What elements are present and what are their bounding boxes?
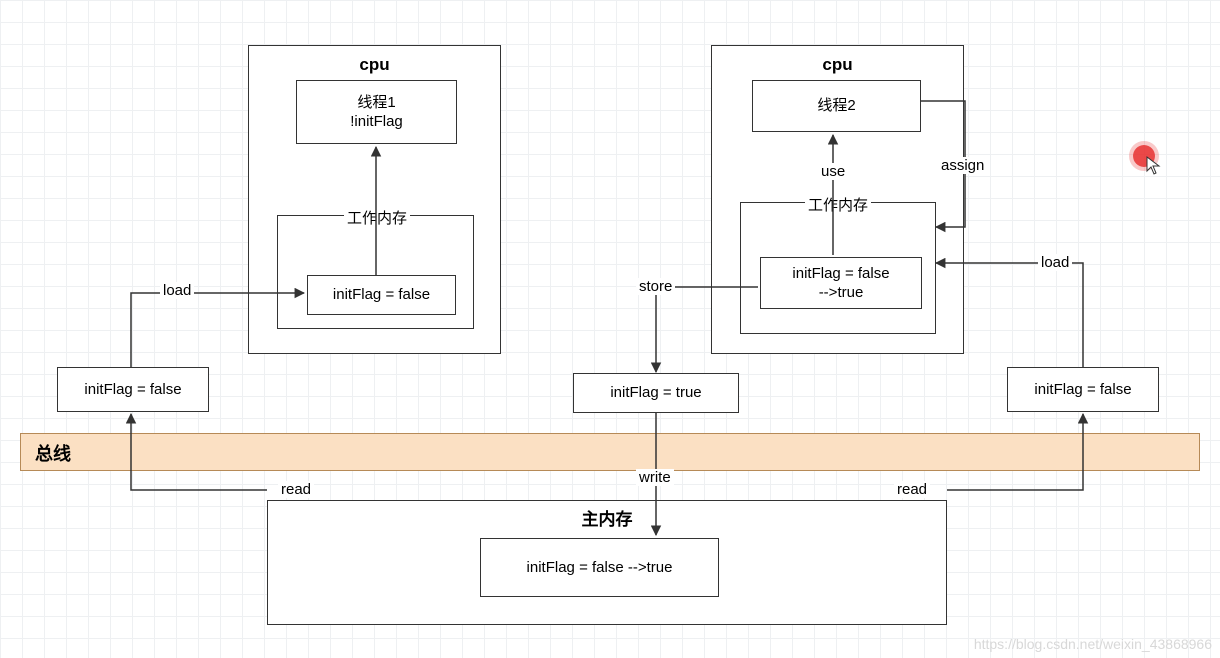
cpu1-thread-line1: 线程1 [357, 93, 395, 113]
edge-assign: assign [938, 157, 987, 174]
snapshot-center: initFlag = true [573, 373, 739, 413]
main-mem-var-text: initFlag = false -->true [527, 558, 673, 578]
cpu2-var: initFlag = false -->true [760, 257, 922, 309]
edge-read-right: read [894, 481, 930, 498]
cpu2-var-line2: -->true [819, 283, 864, 303]
cpu1-thread: 线程1 !initFlag [296, 80, 457, 144]
edge-store: store [636, 278, 675, 295]
edge-use: use [818, 163, 848, 180]
cpu2-workmem-label: 工作内存 [805, 194, 871, 215]
cpu2-thread: 线程2 [752, 80, 921, 132]
cpu1-var: initFlag = false [307, 275, 456, 315]
edge-load-left: load [160, 282, 194, 299]
snapshot-left-text: initFlag = false [84, 380, 181, 400]
snapshot-center-text: initFlag = true [610, 383, 701, 403]
main-mem-var: initFlag = false -->true [480, 538, 719, 597]
cpu2-thread-text: 线程2 [817, 96, 855, 116]
edge-write: write [636, 469, 674, 486]
cpu1-title: cpu [249, 54, 500, 76]
edge-load-right: load [1038, 254, 1072, 271]
snapshot-left: initFlag = false [57, 367, 209, 412]
bus-bar [20, 433, 1200, 471]
snapshot-right: initFlag = false [1007, 367, 1159, 412]
cpu1-var-text: initFlag = false [333, 285, 430, 305]
cpu2-var-line1: initFlag = false [792, 264, 889, 284]
edge-read-left: read [278, 481, 314, 498]
cursor-icon [1146, 156, 1162, 176]
cpu2-title: cpu [712, 54, 963, 76]
snapshot-right-text: initFlag = false [1034, 380, 1131, 400]
watermark: https://blog.csdn.net/weixin_43868966 [974, 636, 1212, 652]
cpu1-workmem-label: 工作内存 [344, 207, 410, 228]
cpu1-thread-line2: !initFlag [350, 112, 403, 132]
bus-label: 总线 [35, 440, 71, 466]
main-mem-title: 主内存 [268, 509, 946, 531]
